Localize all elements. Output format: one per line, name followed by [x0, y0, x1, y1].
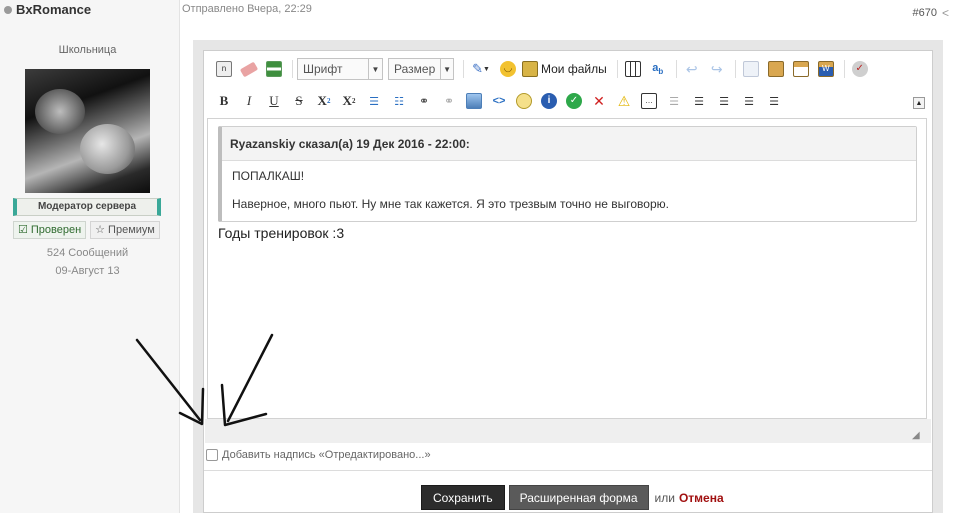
code-icon[interactable]: <> — [488, 91, 510, 111]
align-left-icon[interactable]: ☰ — [713, 91, 735, 111]
style-icon[interactable]: ✎ ▼ — [468, 59, 494, 79]
toolbar-row-2: B I U S X2 X2 ☰ ☷ ⚭ ⚭ <> i ✓ ✕ ⚠ … ☰ ☰ ☰… — [213, 90, 788, 112]
quote-block: Ryazanskiy сказал(а) 19 Дек 2016 - 22:00… — [218, 126, 917, 222]
paste-word-icon[interactable]: W — [815, 59, 837, 79]
form-buttons: Сохранить Расширенная форма или Отмена — [421, 485, 724, 510]
check-icon[interactable]: ✓ — [563, 91, 585, 111]
resize-grip-icon[interactable]: ◢ — [912, 430, 920, 441]
outdent-icon[interactable]: ☰ — [663, 91, 685, 111]
user-badges: ☑ Проверен ☆ Премиум — [13, 221, 160, 239]
underline-icon[interactable]: U — [263, 91, 285, 111]
smiley-icon[interactable]: ◡ — [497, 59, 519, 79]
table-icon[interactable] — [622, 59, 644, 79]
superscript-icon[interactable]: X2 — [338, 91, 360, 111]
spellcheck-icon[interactable]: ✓ — [849, 59, 871, 79]
save-button[interactable]: Сохранить — [421, 485, 505, 510]
spoiler-icon[interactable]: … — [638, 91, 660, 111]
moderator-badge: Модератор сервера — [13, 198, 161, 216]
numbered-list-icon[interactable]: ☷ — [388, 91, 410, 111]
bullet-list-icon[interactable]: ☰ — [363, 91, 385, 111]
redo-icon[interactable]: ↪ — [706, 59, 728, 79]
divider — [204, 470, 932, 471]
edit-notice-label: Добавить надпись «Отредактировано...» — [222, 449, 431, 461]
edit-notice-option[interactable]: Добавить надпись «Отредактировано...» — [206, 449, 431, 461]
eraser-icon[interactable] — [238, 59, 260, 79]
myfiles-icon — [522, 61, 538, 77]
collapse-toolbar-button[interactable]: ▲ — [913, 97, 925, 109]
unlink-icon[interactable]: ⚭ — [438, 91, 460, 111]
message-count: 524 Сообщений — [46, 247, 129, 259]
or-text: или — [654, 490, 675, 505]
join-date: 09-Август 13 — [55, 265, 120, 277]
editor-status-bar — [205, 419, 931, 443]
paste-icon[interactable] — [765, 59, 787, 79]
user-sidebar: BxRomance Школьница Модератор сервера ☑ … — [0, 0, 180, 513]
cancel-link[interactable]: Отмена — [679, 491, 724, 505]
quote-header: Ryazanskiy сказал(а) 19 Дек 2016 - 22:00… — [222, 127, 916, 161]
editor-body-text[interactable]: Годы тренировок :3 — [218, 225, 344, 241]
star-icon: ☆ — [95, 224, 106, 236]
quote-text-line: Наверное, много пьют. Ну мне так кажется… — [232, 197, 669, 211]
verified-badge: ☑ Проверен — [13, 221, 87, 239]
chevron-down-icon: ▼ — [440, 59, 453, 79]
post-sent-info: Отправлено Вчера, 22:29 — [182, 3, 312, 15]
warning-icon[interactable]: ⚠ — [613, 91, 635, 111]
paste-text-icon[interactable] — [790, 59, 812, 79]
undo-icon[interactable]: ↩ — [681, 59, 703, 79]
font-select[interactable]: Шрифт ▼ — [297, 58, 383, 80]
copy-icon[interactable] — [740, 59, 762, 79]
avatar[interactable] — [25, 69, 150, 193]
advanced-form-button[interactable]: Расширенная форма — [508, 485, 649, 510]
username-bar[interactable]: BxRomance — [4, 2, 91, 17]
checkbox-checked-icon: ☑ — [18, 224, 28, 236]
image-icon[interactable] — [463, 91, 485, 111]
align-right-icon[interactable]: ☰ — [763, 91, 785, 111]
source-icon[interactable]: n — [213, 59, 235, 79]
post-number-link[interactable]: #670 — [913, 7, 937, 19]
link-icon[interactable]: ⚭ — [413, 91, 435, 111]
username[interactable]: BxRomance — [16, 2, 91, 17]
offline-status-icon — [4, 5, 12, 14]
info-icon[interactable]: i — [538, 91, 560, 111]
background-icon[interactable] — [263, 59, 285, 79]
share-icon[interactable]: < — [942, 6, 949, 20]
subscript-icon[interactable]: X2 — [313, 91, 335, 111]
cross-icon[interactable]: ✕ — [588, 91, 610, 111]
edit-notice-checkbox[interactable] — [206, 449, 218, 461]
quote-text-line: ПОПАЛКАШ! — [232, 169, 305, 183]
user-title: Школьница — [58, 44, 117, 56]
indent-icon[interactable]: ☰ — [688, 91, 710, 111]
align-center-icon[interactable]: ☰ — [738, 91, 760, 111]
italic-icon[interactable]: I — [238, 91, 260, 111]
size-select[interactable]: Размер ▼ — [388, 58, 454, 80]
toolbar-row-1: n Шрифт ▼ Размер ▼ ✎ ▼ ◡ Мои файлы ab ↩ ↪… — [213, 58, 874, 80]
premium-badge: ☆ Премиум — [90, 221, 160, 239]
my-files-button[interactable]: Мои файлы — [522, 61, 607, 77]
chevron-down-icon: ▼ — [368, 59, 382, 79]
bold-icon[interactable]: B — [213, 91, 235, 111]
translate-icon[interactable]: ab — [647, 59, 669, 79]
strike-icon[interactable]: S — [288, 91, 310, 111]
quote-icon[interactable] — [513, 91, 535, 111]
